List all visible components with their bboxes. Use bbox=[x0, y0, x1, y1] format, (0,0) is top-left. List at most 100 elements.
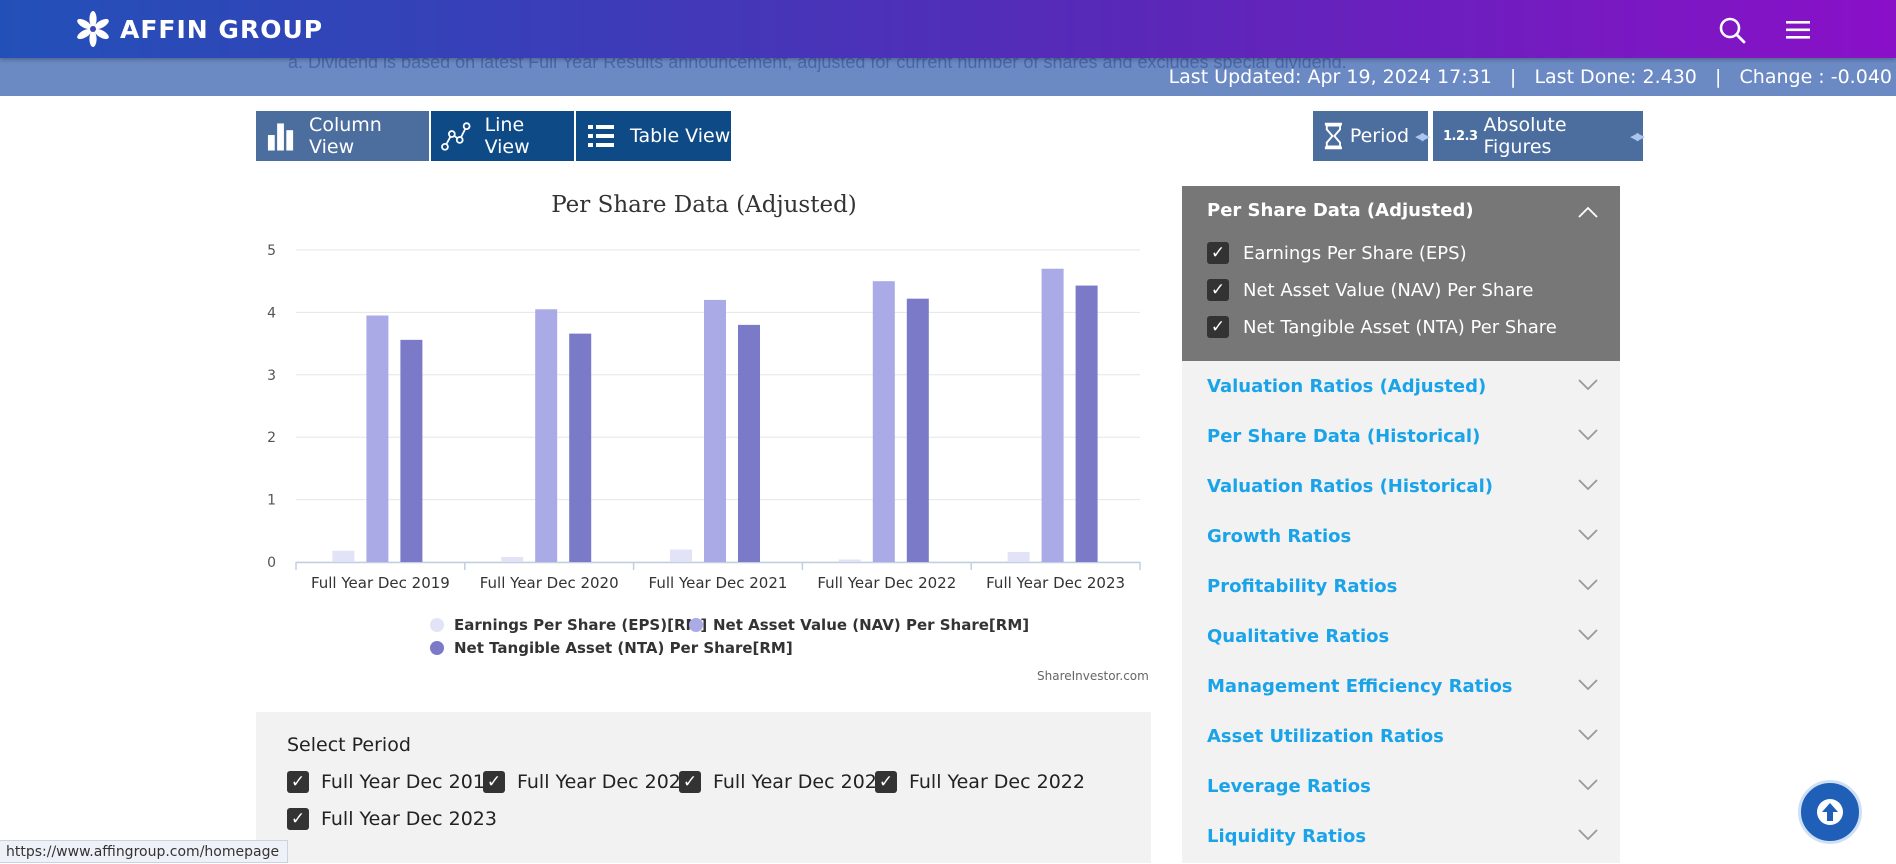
bar-eps bbox=[838, 559, 861, 562]
period-checkbox-2020[interactable]: ✓ Full Year Dec 2020 bbox=[483, 771, 693, 793]
legend-nta[interactable]: Net Tangible Asset (NTA) Per Share[RM] bbox=[430, 639, 793, 657]
legend-eps[interactable]: Earnings Per Share (EPS)[RM] bbox=[430, 616, 707, 634]
section-label: Growth Ratios bbox=[1207, 525, 1352, 547]
accordion-qualitative-ratios[interactable]: Qualitative Ratios bbox=[1182, 611, 1620, 661]
quote-info-strip: a. Dividend is based on latest Full Year… bbox=[0, 52, 1896, 96]
legend-nav[interactable]: Net Asset Value (NAV) Per Share[RM] bbox=[689, 616, 1029, 634]
legend-nav-dot bbox=[689, 618, 703, 632]
accordion-leverage-ratios[interactable]: Leverage Ratios bbox=[1182, 761, 1620, 811]
absolute-figures-label: Absolute Figures bbox=[1483, 114, 1567, 158]
bar-eps bbox=[670, 549, 692, 562]
period-checkbox-2023[interactable]: ✓ Full Year Dec 2023 bbox=[287, 808, 497, 830]
accordion-valuation-historical[interactable]: Valuation Ratios (Historical) bbox=[1182, 461, 1620, 511]
affin-flower-icon bbox=[77, 11, 109, 47]
per-share-bar-chart: 0 1 2 3 4 5 Full Year Dec 2019 Full Year Dec 20… bbox=[267, 243, 1141, 592]
period-checkbox-2022[interactable]: ✓ Full Year Dec 2022 bbox=[875, 771, 1085, 793]
checkbox-checked-icon: ✓ bbox=[287, 808, 309, 830]
column-view-button[interactable]: Column View bbox=[256, 111, 429, 161]
section-label: Per Share Data (Historical) bbox=[1207, 425, 1481, 447]
chevron-down-icon bbox=[1578, 579, 1598, 591]
accordion-liquidity-ratios[interactable]: Liquidity Ratios bbox=[1182, 811, 1620, 861]
logo-text: AFFIN GROUP bbox=[120, 14, 324, 44]
toggle-arrows-icon: ◀▶ bbox=[1415, 129, 1430, 143]
bar-nta bbox=[906, 298, 929, 562]
numbers-icon: 1.2.3 bbox=[1443, 128, 1478, 144]
scroll-to-top-button[interactable] bbox=[1798, 780, 1862, 844]
chevron-down-icon bbox=[1578, 529, 1598, 541]
bar-chart-icon bbox=[267, 123, 294, 151]
accordion-management-efficiency[interactable]: Management Efficiency Ratios bbox=[1182, 661, 1620, 711]
accordion-profitability-ratios[interactable]: Profitability Ratios bbox=[1182, 561, 1620, 611]
bar-nta bbox=[400, 339, 423, 562]
absolute-figures-button[interactable]: 1.2.3 Absolute Figures ◀▶ bbox=[1433, 111, 1645, 161]
chevron-down-icon bbox=[1578, 829, 1598, 841]
y-tick-label: 2 bbox=[267, 430, 276, 446]
period-button[interactable]: Period ◀▶ bbox=[1313, 111, 1430, 161]
section-label: Valuation Ratios (Adjusted) bbox=[1207, 375, 1487, 397]
chevron-down-icon bbox=[1578, 429, 1598, 441]
period-checkbox-2021[interactable]: ✓ Full Year Dec 2021 bbox=[679, 771, 889, 793]
accordion-per-share-adjusted: Per Share Data (Adjusted) ✓ Earnings Per… bbox=[1182, 186, 1620, 361]
x-tick-label: Full Year Dec 2023 bbox=[986, 574, 1125, 592]
chevron-down-icon bbox=[1578, 679, 1598, 691]
legend-nav-label: Net Asset Value (NAV) Per Share[RM] bbox=[713, 616, 1030, 634]
chevron-down-icon bbox=[1578, 629, 1598, 641]
table-view-button[interactable]: Table View bbox=[576, 111, 731, 161]
bar-nta bbox=[1075, 285, 1098, 562]
period-label: Full Year Dec 2023 bbox=[321, 808, 497, 830]
select-period-panel: Select Period ✓ Full Year Dec 2019 ✓ Ful… bbox=[256, 712, 1151, 863]
accordion-growth-ratios[interactable]: Growth Ratios bbox=[1182, 511, 1620, 561]
affin-logo[interactable]: AFFIN GROUP bbox=[74, 10, 323, 48]
bar-eps bbox=[1007, 552, 1030, 562]
bar-nav bbox=[1041, 268, 1064, 562]
period-label: Full Year Dec 2020 bbox=[517, 771, 693, 793]
accordion-sections-list: Valuation Ratios (Adjusted) Per Share Da… bbox=[1182, 361, 1620, 863]
chevron-up-icon[interactable] bbox=[1578, 206, 1598, 218]
period-label: Full Year Dec 2019 bbox=[321, 771, 497, 793]
option-nav[interactable]: ✓ Net Asset Value (NAV) Per Share bbox=[1207, 279, 1533, 301]
bar-nta bbox=[569, 333, 592, 562]
y-tick-label: 0 bbox=[267, 555, 276, 571]
status-bar-url: https://www.affingroup.com/homepage bbox=[0, 840, 289, 863]
last-updated-status: Last Updated: Apr 19, 2024 17:31 | Last … bbox=[1168, 66, 1892, 88]
checkbox-checked-icon: ✓ bbox=[679, 771, 701, 793]
accordion-header-per-share-adjusted[interactable]: Per Share Data (Adjusted) bbox=[1207, 200, 1474, 221]
y-tick-label: 3 bbox=[267, 368, 276, 384]
accordion-valuation-adjusted[interactable]: Valuation Ratios (Adjusted) bbox=[1182, 361, 1620, 411]
section-label: Valuation Ratios (Historical) bbox=[1207, 475, 1493, 497]
hourglass-icon bbox=[1324, 122, 1342, 150]
line-view-button[interactable]: Line View bbox=[431, 111, 574, 161]
section-label: Liquidity Ratios bbox=[1207, 825, 1367, 847]
option-nta-label: Net Tangible Asset (NTA) Per Share bbox=[1243, 316, 1557, 338]
option-nav-label: Net Asset Value (NAV) Per Share bbox=[1243, 279, 1534, 301]
option-nta[interactable]: ✓ Net Tangible Asset (NTA) Per Share bbox=[1207, 316, 1557, 338]
hamburger-menu-icon[interactable] bbox=[1786, 18, 1812, 42]
option-eps-label: Earnings Per Share (EPS) bbox=[1243, 242, 1467, 264]
toggle-arrows-icon: ◀▶ bbox=[1630, 129, 1645, 143]
chevron-down-icon bbox=[1578, 779, 1598, 791]
accordion-asset-utilization[interactable]: Asset Utilization Ratios bbox=[1182, 711, 1620, 761]
x-tick-label: Full Year Dec 2020 bbox=[480, 574, 619, 592]
select-period-title: Select Period bbox=[287, 734, 411, 756]
arrow-up-icon bbox=[1817, 799, 1843, 825]
search-icon[interactable] bbox=[1718, 16, 1746, 44]
x-tick-label: Full Year Dec 2021 bbox=[649, 574, 788, 592]
chevron-down-icon bbox=[1578, 729, 1598, 741]
option-eps[interactable]: ✓ Earnings Per Share (EPS) bbox=[1207, 242, 1467, 264]
chart-title: Per Share Data (Adjusted) bbox=[551, 192, 857, 218]
bar-nav bbox=[872, 281, 895, 562]
period-checkbox-2019[interactable]: ✓ Full Year Dec 2019 bbox=[287, 771, 497, 793]
x-tick-label: Full Year Dec 2022 bbox=[817, 574, 956, 592]
bar-nav bbox=[535, 309, 558, 562]
bar-nta bbox=[738, 324, 760, 562]
chevron-down-icon bbox=[1578, 479, 1598, 491]
legend-nta-label: Net Tangible Asset (NTA) Per Share[RM] bbox=[454, 639, 793, 657]
chart-credit-link[interactable]: ShareInvestor.com bbox=[1037, 669, 1149, 683]
accordion-per-share-historical[interactable]: Per Share Data (Historical) bbox=[1182, 411, 1620, 461]
section-label: Leverage Ratios bbox=[1207, 775, 1371, 797]
line-chart-icon bbox=[441, 122, 471, 151]
checkbox-checked-icon: ✓ bbox=[483, 771, 505, 793]
period-label: Full Year Dec 2022 bbox=[909, 771, 1085, 793]
period-label: Period bbox=[1349, 125, 1410, 147]
x-tick-label: Full Year Dec 2019 bbox=[311, 574, 450, 592]
